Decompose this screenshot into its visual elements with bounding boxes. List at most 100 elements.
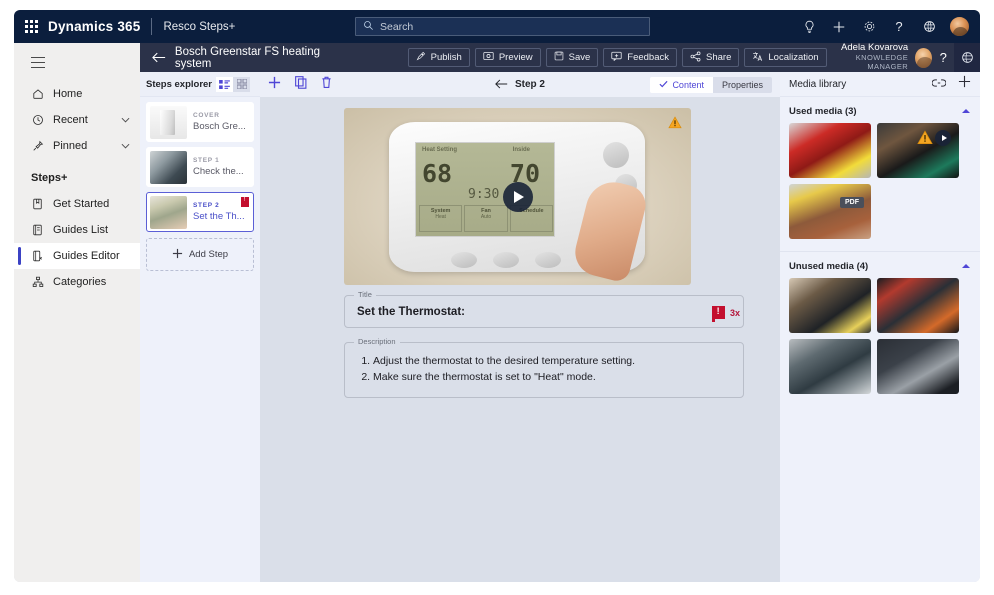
step-card-1[interactable]: STEP 1 Check the...	[146, 147, 254, 187]
step-card-2[interactable]: STEP 2 Set the Th...	[146, 192, 254, 232]
search-icon	[363, 18, 374, 36]
pdf-badge: PDF	[840, 197, 864, 208]
sidebar-item-label: Home	[53, 88, 140, 100]
tab-content[interactable]: Content	[650, 77, 713, 93]
sidebar-item-recent[interactable]: Recent	[14, 107, 140, 133]
sidebar-item-get-started[interactable]: Get Started	[14, 191, 140, 217]
steps-view-toggle	[216, 77, 250, 92]
chevron-down-icon[interactable]	[121, 114, 130, 126]
book-icon	[31, 198, 44, 211]
grid-view-icon[interactable]	[233, 77, 250, 92]
lcd-box-value: Auto	[465, 214, 506, 220]
sidebar-item-label: Guides Editor	[53, 250, 140, 262]
share-label: Share	[706, 52, 731, 63]
question-icon[interactable]: ?	[932, 50, 954, 65]
canvas-step-label: Step 2	[515, 79, 545, 90]
editor-stage: Steps explorer COVER Bosch Gre.	[140, 72, 980, 582]
share-icon	[690, 51, 701, 65]
media-tile[interactable]	[877, 278, 959, 333]
sidebar-item-guides-editor[interactable]: Guides Editor	[14, 243, 140, 269]
home-icon	[31, 88, 44, 101]
share-button[interactable]: Share	[682, 48, 739, 67]
tab-content-label: Content	[672, 80, 704, 90]
step-meta: STEP 2 Set the Th...	[193, 202, 245, 222]
step-kicker: STEP 1	[193, 157, 244, 164]
globe-icon[interactable]	[914, 10, 944, 43]
title-input[interactable]: Set the Thermostat:	[345, 296, 743, 327]
lcd-box-fan: Fan Auto	[464, 205, 507, 232]
app-launcher-icon[interactable]	[14, 20, 48, 33]
copy-icon[interactable]	[295, 76, 307, 94]
publish-button[interactable]: Publish	[408, 48, 470, 67]
app-window: Dynamics 365 Resco Steps+ Search ?	[14, 10, 980, 582]
canvas-column: Step 2 Content Properties	[260, 72, 780, 582]
avatar[interactable]	[949, 16, 970, 37]
app-name-label: Resco Steps+	[152, 21, 235, 33]
add-step-button[interactable]: Add Step	[146, 238, 254, 271]
preview-icon	[483, 51, 494, 64]
media-tile[interactable]	[877, 339, 959, 394]
user-role: KNOWLEDGE MANAGER	[827, 54, 909, 71]
step-media-video[interactable]: Heat Setting 68 Inside 70 9:30 System He…	[344, 108, 691, 285]
media-library-title: Media library	[789, 79, 920, 90]
localization-button[interactable]: Localization	[744, 48, 826, 67]
step-thumbnail	[150, 151, 187, 184]
media-tile[interactable]	[789, 278, 871, 333]
media-tile[interactable]	[789, 123, 871, 178]
play-icon[interactable]	[503, 182, 533, 212]
back-arrow-icon[interactable]	[495, 76, 508, 94]
hamburger-icon[interactable]	[14, 43, 140, 81]
media-tile[interactable]	[789, 339, 871, 394]
sidebar-item-categories[interactable]: Categories	[14, 269, 140, 295]
plus-icon[interactable]	[958, 75, 971, 93]
link-icon[interactable]	[932, 75, 946, 93]
media-tile[interactable]: PDF	[789, 184, 871, 239]
plus-icon[interactable]	[824, 10, 854, 43]
caret-up-icon[interactable]	[961, 262, 971, 271]
play-icon[interactable]	[935, 130, 951, 146]
sidebar-item-pinned[interactable]: Pinned	[14, 133, 140, 159]
preview-button[interactable]: Preview	[475, 48, 541, 67]
sidebar-item-label: Recent	[53, 114, 112, 126]
media-tile[interactable]	[877, 123, 959, 178]
lcd-heat-value: 68	[422, 159, 452, 188]
description-list[interactable]: Adjust the thermostat to the desired tem…	[345, 343, 743, 397]
guide-title: Bosch Greenstar FS heating system	[169, 46, 334, 70]
publish-label: Publish	[431, 52, 462, 63]
trash-icon[interactable]	[321, 76, 332, 94]
feedback-button[interactable]: Feedback	[603, 48, 677, 67]
command-bar: Bosch Greenstar FS heating system Publis…	[140, 43, 980, 72]
thermostat-bottom-button-3	[535, 252, 561, 268]
status-badge[interactable]: 3x	[712, 306, 740, 319]
pin-icon	[31, 140, 44, 153]
globe-icon[interactable]	[954, 43, 980, 72]
back-arrow-icon[interactable]	[150, 52, 169, 63]
caret-up-icon[interactable]	[961, 107, 971, 116]
step-card-cover[interactable]: COVER Bosch Gre...	[146, 102, 254, 142]
lightbulb-icon[interactable]	[794, 10, 824, 43]
steps-explorer-panel: Steps explorer COVER Bosch Gre.	[140, 72, 260, 582]
title-field[interactable]: Title Set the Thermostat:	[344, 295, 744, 328]
plus-icon[interactable]	[268, 76, 281, 94]
list-view-icon[interactable]	[216, 77, 233, 92]
media-library-panel: Media library Used media (3)	[780, 72, 980, 582]
preview-label: Preview	[499, 52, 533, 63]
sidebar-item-guides-list[interactable]: Guides List	[14, 217, 140, 243]
step-kicker: COVER	[193, 112, 246, 119]
tab-properties[interactable]: Properties	[713, 77, 772, 93]
avatar[interactable]	[915, 48, 932, 68]
search-input[interactable]: Search	[355, 17, 650, 36]
canvas-body: Heat Setting 68 Inside 70 9:30 System He…	[260, 97, 780, 582]
step-name: Check the...	[193, 166, 244, 177]
used-media-section-header[interactable]: Used media (3)	[780, 97, 980, 123]
lcd-box-value: Heat	[420, 214, 461, 220]
command-bar-user: Adela Kovarova KNOWLEDGE MANAGER ?	[827, 43, 980, 72]
tab-properties-label: Properties	[722, 80, 763, 90]
sidebar-item-home[interactable]: Home	[14, 81, 140, 107]
description-field[interactable]: Description Adjust the thermostat to the…	[344, 342, 744, 398]
question-icon[interactable]: ?	[884, 10, 914, 43]
unused-media-section-header[interactable]: Unused media (4)	[780, 252, 980, 278]
gear-icon[interactable]	[854, 10, 884, 43]
save-button[interactable]: Save	[546, 48, 599, 67]
chevron-down-icon[interactable]	[121, 140, 130, 152]
